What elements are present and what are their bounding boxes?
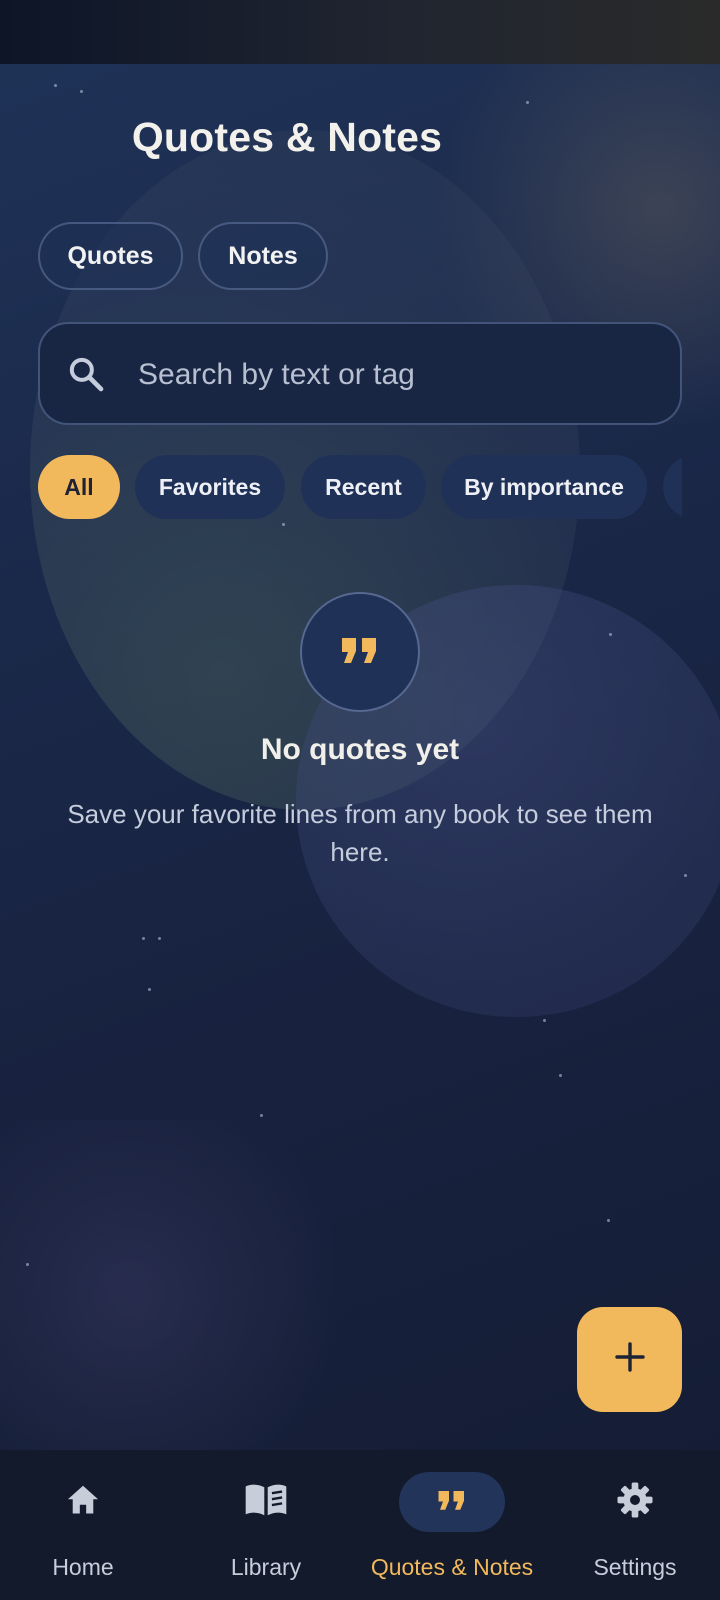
filter-chip-all[interactable]: All [38, 455, 120, 519]
gear-icon [615, 1480, 655, 1525]
background-star [684, 874, 687, 877]
background-star [609, 633, 612, 636]
status-bar [0, 0, 720, 64]
empty-state-title: No quotes yet [260, 733, 460, 766]
nav-label-settings: Settings [593, 1554, 677, 1580]
background-star [54, 84, 57, 87]
filter-chip-favorites[interactable]: Favorites [135, 455, 285, 519]
nav-label-home: Home [52, 1554, 114, 1580]
format-quote-icon [340, 634, 380, 671]
nav-label-library: Library [230, 1554, 302, 1580]
nav-icon-container [582, 1472, 688, 1532]
empty-state-description: Save your favorite lines from any book t… [67, 799, 653, 867]
search-bar[interactable] [38, 322, 682, 425]
plus-icon [614, 1341, 646, 1378]
add-quote-button[interactable] [577, 1307, 682, 1412]
nav-item-home[interactable]: Home [0, 1450, 166, 1600]
background-star [26, 1263, 29, 1266]
background-star [282, 523, 285, 526]
book-open-icon [244, 1481, 288, 1524]
nav-icon-container-active [399, 1472, 505, 1532]
nav-icon-container [213, 1472, 319, 1532]
nav-item-library[interactable]: Library [166, 1450, 366, 1600]
empty-state-icon-circle [300, 592, 420, 712]
screen: Quotes & Notes Quotes Notes All Favorite… [0, 0, 720, 1600]
tab-notes[interactable]: Notes [198, 222, 328, 290]
background-star [158, 937, 161, 940]
search-icon [66, 354, 106, 394]
filter-chips: All Favorites Recent By importance [38, 455, 682, 519]
background-star [559, 1074, 562, 1077]
background-glow [0, 1120, 380, 1470]
filter-chip-by-importance[interactable]: By importance [441, 455, 647, 519]
bottom-navigation: Home Library Quotes & Notes Settings [0, 1450, 720, 1600]
filter-chip-overflow[interactable] [663, 455, 682, 519]
background-star [80, 90, 83, 93]
background-star [543, 1019, 546, 1022]
format-quote-icon [437, 1488, 467, 1517]
background-star [607, 1219, 610, 1222]
filter-chip-recent[interactable]: Recent [301, 455, 426, 519]
background-star [260, 1114, 263, 1117]
nav-item-quotes-notes[interactable]: Quotes & Notes [352, 1450, 552, 1600]
nav-item-settings[interactable]: Settings [560, 1450, 710, 1600]
page-title: Quotes & Notes [131, 114, 443, 160]
background-star [142, 937, 145, 940]
home-icon [63, 1481, 103, 1524]
tab-quotes[interactable]: Quotes [38, 222, 183, 290]
nav-icon-container [30, 1472, 136, 1532]
nav-label-quotes-notes: Quotes & Notes [370, 1554, 534, 1580]
background-star [526, 101, 529, 104]
search-input[interactable] [136, 324, 660, 425]
background-star [148, 988, 151, 991]
